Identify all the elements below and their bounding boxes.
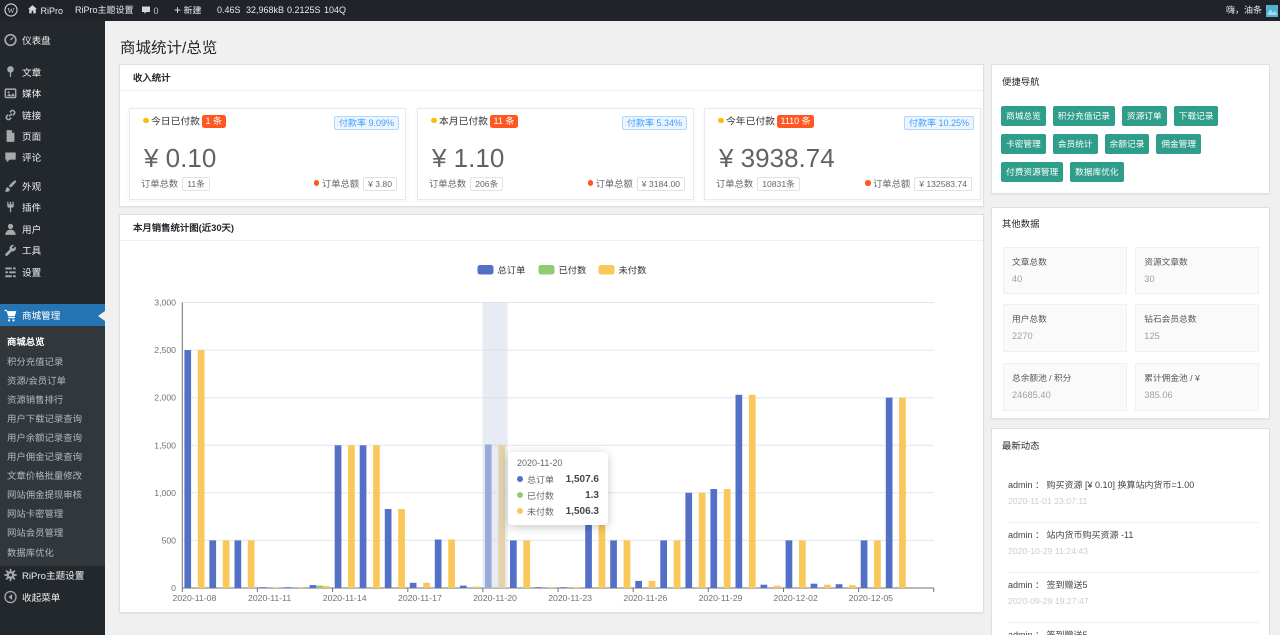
- svg-text:W: W: [7, 5, 15, 14]
- svg-text:1,500: 1,500: [154, 440, 176, 450]
- svg-text:总订单: 总订单: [498, 266, 526, 276]
- svg-text:已付数: 已付数: [559, 266, 588, 276]
- svg-text:未付数: 未付数: [619, 266, 648, 276]
- svg-text:2020-11-26: 2020-11-26: [623, 593, 667, 603]
- svg-text:2020-11-23: 2020-11-23: [548, 593, 592, 603]
- svg-text:1,000: 1,000: [154, 488, 176, 498]
- svg-text:2020-12-05: 2020-12-05: [849, 593, 894, 603]
- svg-text:2020-11-11: 2020-11-11: [248, 593, 291, 603]
- svg-text:2,500: 2,500: [154, 345, 176, 355]
- svg-text:3,000: 3,000: [154, 298, 176, 308]
- svg-text:2020-11-14: 2020-11-14: [323, 593, 367, 603]
- svg-text:0: 0: [171, 583, 176, 593]
- svg-text:2020-12-02: 2020-12-02: [773, 593, 818, 603]
- svg-text:2020-11-20: 2020-11-20: [473, 593, 517, 603]
- svg-text:2020-11-17: 2020-11-17: [398, 593, 442, 603]
- svg-text:2,000: 2,000: [154, 393, 176, 403]
- svg-text:2020-11-29: 2020-11-29: [699, 593, 743, 603]
- svg-text:2020-11-08: 2020-11-08: [173, 593, 217, 603]
- svg-text:500: 500: [162, 535, 177, 545]
